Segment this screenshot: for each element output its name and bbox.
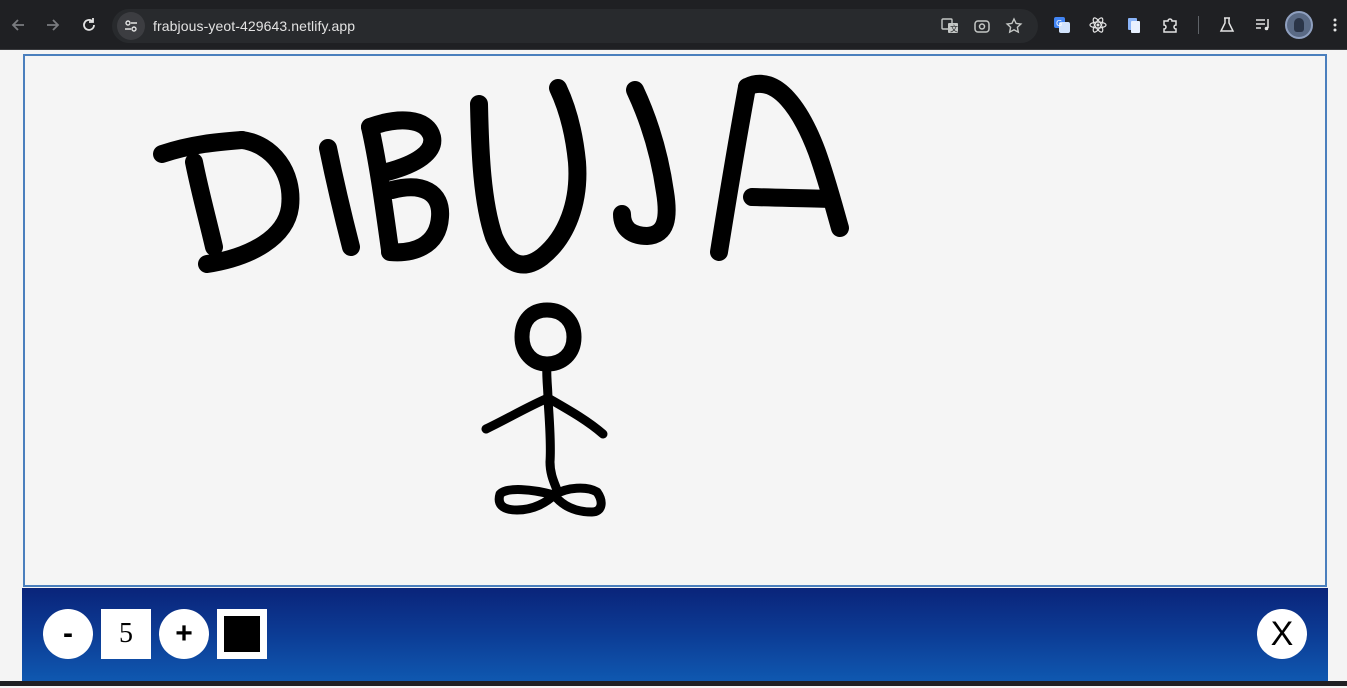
color-picker-button[interactable]: [217, 609, 267, 659]
decrease-size-button[interactable]: -: [43, 609, 93, 659]
stroke-figure-right-foot: [549, 483, 606, 517]
stroke-figure-right-arm: [543, 393, 608, 439]
stroke-letter-a-left: [710, 78, 756, 261]
stroke-figure-left-foot: [494, 485, 559, 515]
brush-size-display: 5: [101, 609, 151, 659]
stroke-letter-a-bar: [743, 188, 839, 208]
window-bottom-edge: [0, 681, 1347, 686]
selected-color-swatch: [224, 616, 260, 652]
stroke-letter-d-stem: [185, 153, 223, 256]
drawing-toolbar: - 5 + X: [22, 588, 1328, 681]
drawing-canvas[interactable]: [23, 54, 1327, 587]
stroke-figure-body: [542, 359, 562, 495]
stroke-letter-j: [613, 81, 676, 245]
clear-canvas-button[interactable]: X: [1257, 609, 1307, 659]
stroke-letter-u: [470, 79, 587, 274]
increase-size-button[interactable]: +: [159, 609, 209, 659]
stroke-letter-i: [319, 139, 360, 256]
stroke-letter-d-top: [153, 131, 251, 163]
stroke-figure-left-arm: [481, 393, 553, 434]
drawing-strokes: [153, 74, 849, 517]
stroke-figure-head: [514, 302, 582, 372]
